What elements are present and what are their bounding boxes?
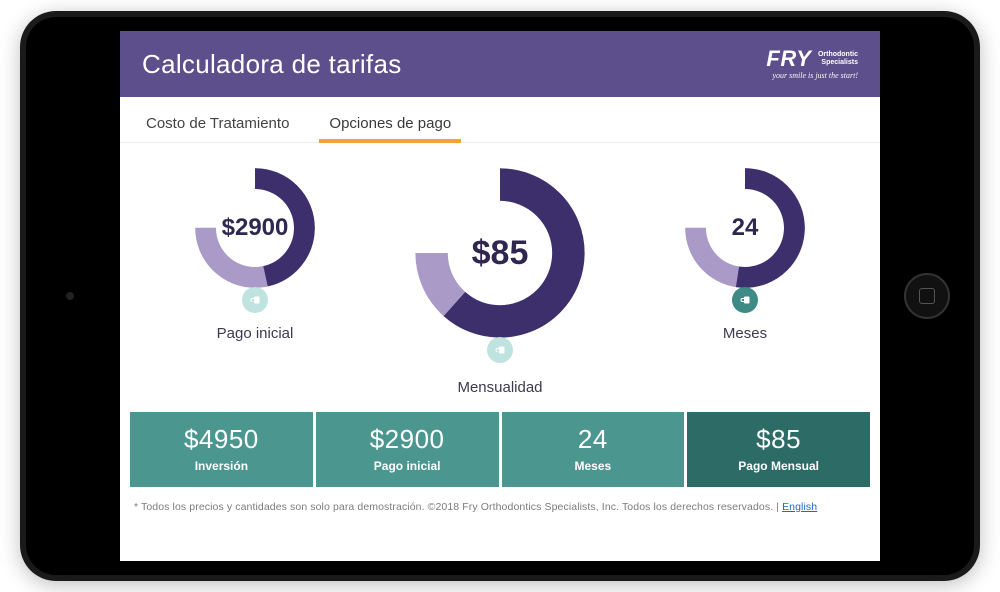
brand-tagline: your smile is just the start! [766, 72, 858, 80]
tablet-home-button[interactable] [904, 273, 950, 319]
app-screen: Calculadora de tarifas FRY Orthodontic S… [120, 31, 880, 561]
summary-monthly: $85 Pago Mensual [687, 412, 870, 487]
summary-row: $4950 Inversión $2900 Pago inicial 24 Me… [130, 412, 870, 487]
footer-disclaimer: * Todos los precios y cantidades son sol… [120, 497, 880, 523]
app-header: Calculadora de tarifas FRY Orthodontic S… [120, 31, 880, 97]
tab-bar: Costo de Tratamiento Opciones de pago [120, 97, 880, 143]
gauge-months-label: Meses [680, 325, 810, 342]
summary-months: 24 Meses [502, 412, 688, 487]
summary-down-payment-label: Pago inicial [322, 459, 493, 473]
gauge-months[interactable]: 24 Meses [680, 163, 810, 342]
gauge-monthly[interactable]: $85 Mensualidad [410, 163, 590, 396]
brand-logo: FRY Orthodontic Specialists your smile i… [766, 48, 858, 80]
gauge-months-value: 24 [680, 163, 810, 293]
lock-icon[interactable] [732, 287, 758, 313]
summary-investment: $4950 Inversión [130, 412, 316, 487]
unlock-icon[interactable] [487, 337, 513, 363]
footer-language-link[interactable]: English [782, 501, 817, 513]
gauge-down-payment-value: $2900 [190, 163, 320, 293]
unlock-icon[interactable] [242, 287, 268, 313]
summary-months-value: 24 [508, 424, 679, 455]
gauge-down-payment-label: Pago inicial [190, 325, 320, 342]
summary-down-payment: $2900 Pago inicial [316, 412, 502, 487]
summary-investment-label: Inversión [136, 459, 307, 473]
summary-months-label: Meses [508, 459, 679, 473]
tab-payment-options[interactable]: Opciones de pago [323, 111, 457, 142]
tab-treatment-cost[interactable]: Costo de Tratamiento [140, 111, 295, 142]
gauge-monthly-label: Mensualidad [410, 379, 590, 396]
summary-monthly-value: $85 [693, 424, 864, 455]
footer-text: * Todos los precios y cantidades son sol… [134, 501, 782, 513]
tablet-frame: Calculadora de tarifas FRY Orthodontic S… [20, 11, 980, 581]
summary-down-payment-value: $2900 [322, 424, 493, 455]
gauges-row: $2900 Pago inicial $85 Men [120, 143, 880, 408]
gauge-down-payment[interactable]: $2900 Pago inicial [190, 163, 320, 342]
brand-main-text: FRY [766, 48, 811, 70]
page-title: Calculadora de tarifas [142, 49, 402, 80]
summary-investment-value: $4950 [136, 424, 307, 455]
summary-monthly-label: Pago Mensual [693, 459, 864, 473]
tablet-camera [66, 292, 74, 300]
brand-sub-text: Orthodontic Specialists [818, 51, 858, 66]
gauge-monthly-value: $85 [410, 163, 590, 343]
